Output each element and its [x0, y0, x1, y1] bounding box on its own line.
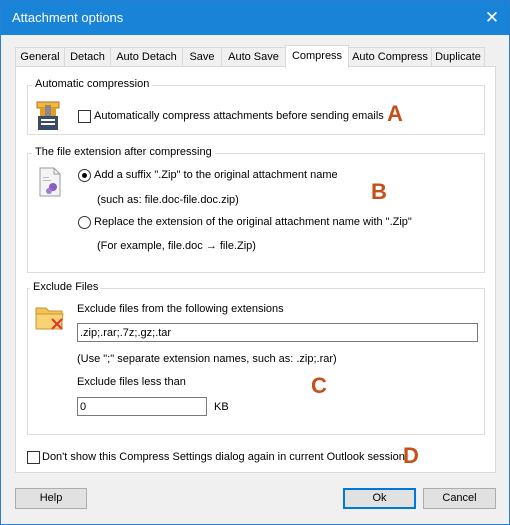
auto-compress-checkbox[interactable] [78, 110, 91, 123]
replace-zip-label: Replace the extension of the original at… [94, 216, 412, 228]
suffix-zip-example: (such as: file.doc-file.doc.zip) [97, 194, 239, 206]
tab-general[interactable]: General [15, 47, 65, 67]
document-zip-icon [39, 167, 61, 197]
auto-compression-title: Automatic compression [32, 78, 153, 90]
exclude-size-label: Exclude files less than [77, 376, 186, 388]
compress-tab-panel: Automatic compression Automatically comp… [15, 66, 496, 473]
radio-selected-dot [82, 173, 87, 178]
tab-duplicate[interactable]: Duplicate [431, 47, 485, 67]
tab-save[interactable]: Save [182, 47, 222, 67]
tab-detach[interactable]: Detach [64, 47, 111, 67]
exclude-extensions-hint: (Use ";" separate extension names, such … [77, 353, 337, 365]
cancel-button[interactable]: Cancel [423, 488, 496, 509]
dialog-window: Attachment options ✕ General Detach Auto… [0, 0, 510, 525]
dont-show-checkbox[interactable] [27, 451, 40, 464]
tab-auto-compress[interactable]: Auto Compress [348, 47, 432, 67]
exclude-size-unit: KB [214, 401, 229, 413]
title-bar: Attachment options ✕ [1, 1, 509, 35]
tab-auto-detach[interactable]: Auto Detach [110, 47, 183, 67]
suffix-zip-label: Add a suffix ".Zip" to the original atta… [94, 169, 338, 181]
folder-exclude-icon [35, 307, 64, 330]
exclude-extensions-input[interactable]: .zip;.rar;.7z;.gz;.tar [77, 323, 478, 342]
tab-compress[interactable]: Compress [285, 45, 349, 68]
auto-compress-label: Automatically compress attachments befor… [94, 110, 384, 122]
suffix-zip-radio[interactable] [78, 169, 91, 182]
replace-zip-example: (For example, file.doc → file.Zip) [97, 240, 256, 252]
exclude-size-input[interactable]: 0 [77, 397, 207, 416]
extension-title: The file extension after compressing [32, 146, 215, 158]
help-button[interactable]: Help [15, 488, 87, 509]
window-title: Attachment options [12, 10, 124, 25]
dont-show-label: Don't show this Compress Settings dialog… [42, 451, 408, 463]
ok-button[interactable]: Ok [343, 488, 416, 509]
tab-auto-save[interactable]: Auto Save [221, 47, 286, 67]
marker-d: D [403, 443, 419, 468]
marker-c: C [311, 373, 327, 398]
replace-zip-radio[interactable] [78, 216, 91, 229]
compress-archive-icon [36, 101, 60, 130]
close-icon[interactable]: ✕ [475, 1, 509, 35]
exclude-extensions-label: Exclude files from the following extensi… [77, 303, 284, 315]
marker-b: B [371, 179, 387, 204]
exclude-title: Exclude Files [30, 281, 102, 293]
marker-a: A [387, 101, 403, 126]
